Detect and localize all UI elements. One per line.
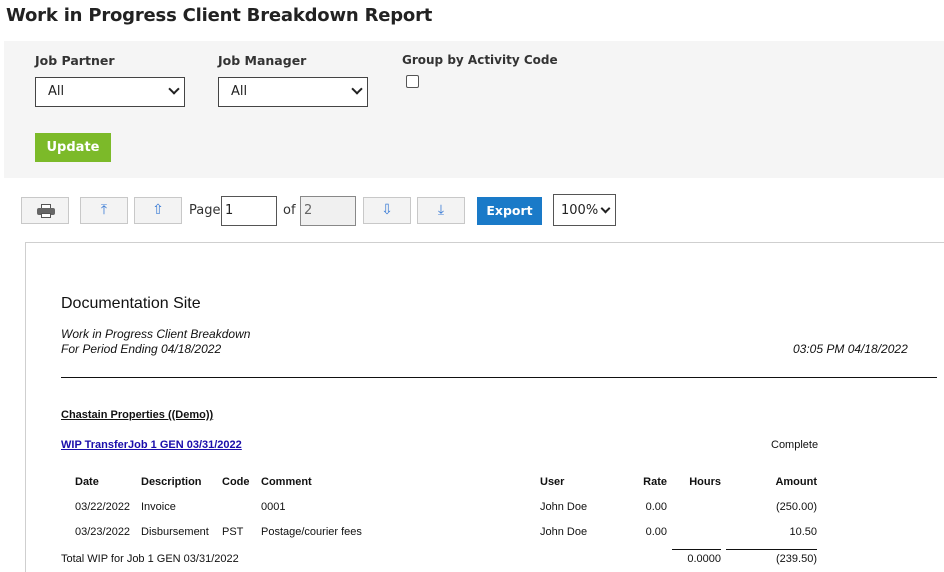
report-site-name: Documentation Site [61,295,201,312]
job-partner-value: All [48,84,65,99]
last-page-button[interactable]: ⤓ [417,197,465,224]
job-status: Complete [771,439,819,451]
table-row-description: Invoice [141,501,176,513]
col-code: Code [222,476,250,488]
total-pages-field: 2 [300,196,356,226]
table-row-user: John Doe [540,526,588,538]
report-generated-time: 03:05 PM 04/18/2022 [793,342,908,356]
table-row-user: John Doe [540,501,588,513]
chevron-down-icon [600,203,611,214]
job-total-label: Total WIP for Job 1 GEN 03/31/2022 [61,553,239,565]
job-total-hours: 0.0000 [687,553,721,565]
table-row-comment: Postage/courier fees [261,526,362,538]
col-comment: Comment [261,476,312,488]
previous-page-icon: ⇧ [152,202,164,218]
col-rate: Rate [643,476,667,488]
report-period: For Period Ending 04/18/2022 [61,342,222,356]
job-manager-value: All [231,84,248,99]
client-name: Chastain Properties ((Demo)) [61,409,214,421]
job-total-amount: (239.50) [776,553,817,565]
job-partner-label: Job Partner [35,53,115,68]
col-date: Date [75,476,99,488]
group-by-checkbox[interactable] [406,75,419,88]
print-button[interactable] [21,197,69,224]
export-button[interactable]: Export [477,197,542,225]
report-viewer: Documentation Site Work in Progress Clie… [25,242,944,572]
col-hours: Hours [689,476,721,488]
table-row-amount: 10.50 [789,526,817,538]
page-title: Work in Progress Client Breakdown Report [6,5,433,26]
previous-page-button[interactable]: ⇧ [134,197,182,224]
job-link[interactable]: WIP TransferJob 1 GEN 03/31/2022 [61,439,242,451]
table-row-code: PST [222,526,244,538]
first-page-icon: ⤒ [100,202,108,218]
next-page-icon: ⇩ [381,202,393,218]
table-row-description: Disbursement [141,526,209,538]
zoom-select[interactable]: 100% [553,194,616,226]
header-divider [61,377,937,378]
job-manager-label: Job Manager [218,53,307,68]
table-row-date: 03/22/2022 [75,501,131,513]
table-row-rate: 0.00 [645,526,667,538]
group-by-label: Group by Activity Code [402,53,558,67]
table-row-amount: (250.00) [776,501,817,513]
page-label: Page [189,203,221,218]
first-page-button[interactable]: ⤒ [80,197,128,224]
of-label: of [283,203,296,218]
printer-icon [37,204,55,218]
table-row-rate: 0.00 [645,501,667,513]
next-page-button[interactable]: ⇩ [363,197,411,224]
table-row-comment: 0001 [261,501,286,513]
table-row-date: 03/23/2022 [75,526,131,538]
col-user: User [540,476,565,488]
job-manager-select[interactable]: All [218,77,368,107]
amount-total-rule [726,549,817,550]
job-partner-select[interactable]: All [35,77,185,107]
hours-total-rule [672,549,721,550]
col-description: Description [141,476,202,488]
report-name: Work in Progress Client Breakdown [61,327,251,341]
chevron-down-icon [168,83,180,95]
col-amount: Amount [775,476,817,488]
page-number-input[interactable]: 1 [221,196,277,226]
update-button[interactable]: Update [35,133,111,162]
zoom-value: 100% [561,203,599,218]
chevron-down-icon [351,83,363,95]
last-page-icon: ⤓ [437,202,445,218]
